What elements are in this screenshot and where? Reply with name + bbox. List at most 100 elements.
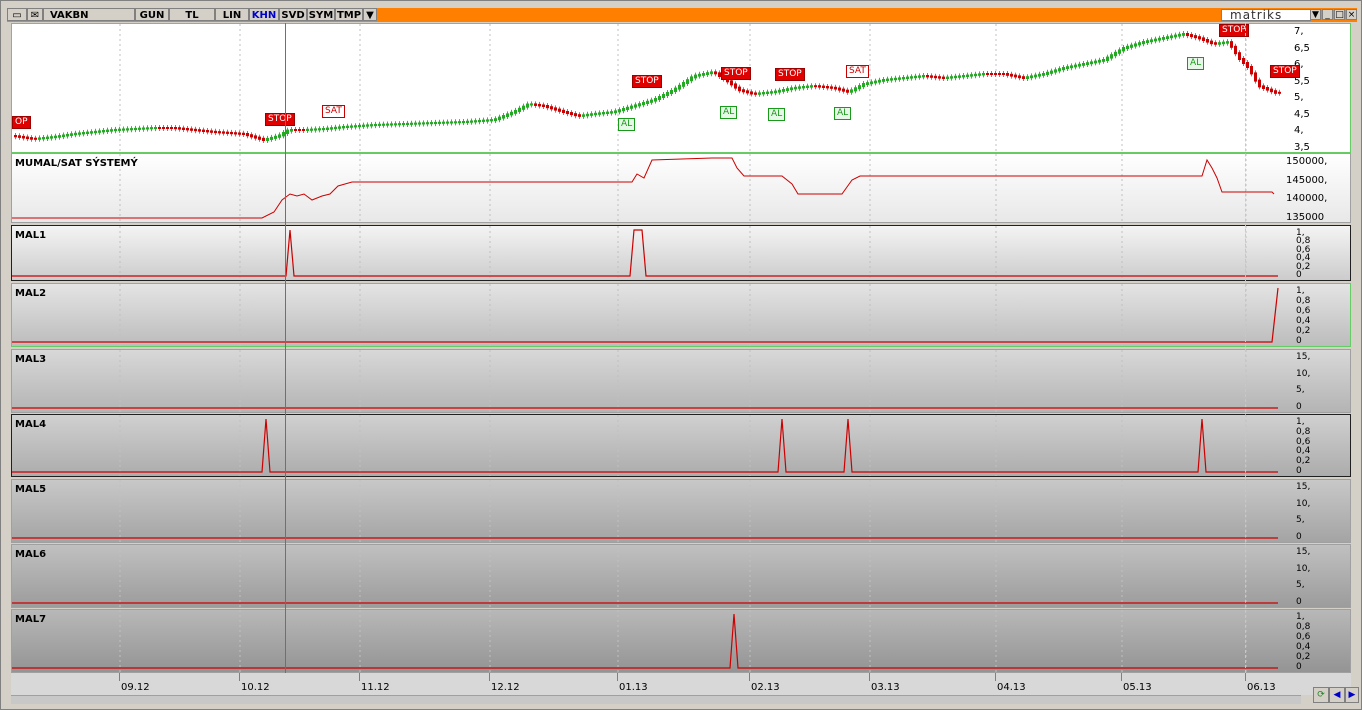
stop-signal-label[interactable]: STOP: [721, 67, 751, 80]
buy-signal-label[interactable]: AL: [618, 118, 636, 131]
candle-body: [814, 85, 817, 88]
stop-signal-label[interactable]: STOP: [775, 68, 805, 81]
buy-signal-label[interactable]: AL: [1187, 57, 1205, 70]
candle-body: [330, 127, 333, 130]
indicator-chart: [12, 545, 1278, 607]
price-panel[interactable]: 7,6,56,5,55,4,54,3,5 OPSTOPSATSTOPSTOPST…: [11, 23, 1351, 153]
system-panel[interactable]: MUMAL/SAT SÝSTEMÝ 150000, 145000, 140000, 1…: [11, 153, 1351, 223]
indicator-panel-mal3[interactable]: MAL3 15, 10, 5, 0: [11, 349, 1351, 413]
sell-signal-label[interactable]: SAT: [322, 105, 345, 118]
candle-body: [1102, 59, 1105, 62]
scroll-right-icon[interactable]: ▶: [1345, 687, 1359, 703]
svd-button[interactable]: SVD: [279, 8, 307, 21]
scale-lin-button[interactable]: LIN: [215, 8, 249, 21]
candle-body: [1230, 41, 1233, 48]
candle-body: [546, 105, 549, 109]
stop-signal-label[interactable]: STOP: [265, 113, 295, 126]
candle-body: [414, 122, 417, 125]
dropdown-arrow-icon[interactable]: ▼: [363, 8, 377, 21]
candle-body: [1270, 88, 1273, 93]
indicator-panel-mal2[interactable]: MAL2 1, 0,8 0,6 0,4 0,2 0: [11, 283, 1351, 347]
buy-signal-label[interactable]: AL: [720, 106, 738, 119]
candle-body: [454, 121, 457, 124]
candle-body: [1006, 73, 1009, 76]
candle-body: [154, 127, 157, 130]
candle-body: [778, 89, 781, 93]
y-tick-label: 7,: [1294, 26, 1304, 37]
candle-body: [182, 127, 185, 130]
buy-signal-label[interactable]: AL: [834, 107, 852, 120]
y-tick-label: 145000,: [1286, 174, 1328, 186]
candle-body: [534, 103, 537, 106]
indicator-panel-mal4[interactable]: MAL4 1, 0,8 0,6 0,4 0,2 0: [11, 414, 1351, 477]
horizontal-scrollbar[interactable]: [11, 695, 1301, 704]
indicator-panel-mal6[interactable]: MAL6 15, 10, 5, 0: [11, 544, 1351, 608]
candle-body: [50, 136, 53, 139]
window-menu-icon[interactable]: ▭: [7, 8, 27, 21]
buy-signal-label[interactable]: AL: [768, 108, 786, 121]
indicator-chart: [12, 226, 1278, 280]
period-gun-button[interactable]: GUN: [135, 8, 169, 21]
time-axis-label: 02.13: [751, 682, 780, 693]
candle-body: [98, 130, 101, 133]
candle-body: [138, 127, 141, 130]
refresh-icon[interactable]: ⟳: [1313, 687, 1329, 703]
candle-body: [962, 75, 965, 78]
candle-body: [1198, 36, 1201, 40]
time-axis-label: 12.12: [491, 682, 520, 693]
candle-body: [1214, 42, 1217, 45]
close-icon[interactable]: ×: [1346, 9, 1357, 20]
symbol-field[interactable]: VAKBN: [43, 8, 135, 21]
y-tick-label: 0: [1296, 270, 1302, 280]
stop-signal-label[interactable]: STOP: [632, 75, 662, 88]
y-tick-label: 10,: [1296, 563, 1311, 574]
candle-body: [886, 78, 889, 81]
candle-body: [1090, 61, 1093, 65]
candle-body: [518, 107, 521, 112]
sym-button[interactable]: SYM: [307, 8, 335, 21]
y-tick-label: 0,6: [1296, 632, 1311, 642]
minimize-icon[interactable]: _: [1322, 9, 1333, 20]
tmp-button[interactable]: TMP: [335, 8, 363, 21]
candle-body: [690, 76, 693, 82]
candle-body: [74, 132, 77, 136]
stop-signal-label[interactable]: OP: [12, 116, 31, 129]
candle-body: [270, 136, 273, 140]
candle-body: [998, 73, 1001, 75]
candle-body: [686, 79, 689, 84]
candle-body: [158, 127, 161, 129]
candle-body: [850, 89, 853, 93]
candle-body: [862, 83, 865, 88]
y-tick-label: 150000,: [1286, 156, 1328, 167]
candle-body: [1226, 41, 1229, 44]
time-axis-label: 04.13: [997, 682, 1026, 693]
restore-icon[interactable]: □: [1334, 9, 1345, 20]
candle-body: [1234, 45, 1237, 55]
scroll-left-icon[interactable]: ◀: [1329, 687, 1345, 703]
indicator-panel-mal5[interactable]: MAL5 15, 10, 5, 0: [11, 479, 1351, 543]
candle-body: [650, 99, 653, 103]
crosshair-cursor-line[interactable]: [285, 23, 286, 673]
stop-signal-label[interactable]: STOP: [1270, 65, 1300, 78]
candle-body: [502, 115, 505, 119]
chart-type-icon[interactable]: ✉: [27, 8, 43, 21]
candle-body: [666, 92, 669, 96]
indicator-panel-mal7[interactable]: MAL7 1, 0,8 0,6 0,4 0,2 0: [11, 609, 1351, 673]
currency-tl-button[interactable]: TL: [169, 8, 215, 21]
indicator-title: MAL4: [15, 419, 47, 430]
candle-body: [202, 129, 205, 132]
y-tick-label: 0: [1296, 662, 1302, 672]
candle-body: [706, 72, 709, 75]
sell-signal-label[interactable]: SAT: [846, 65, 869, 78]
candle-body: [218, 131, 221, 134]
candle-body: [54, 135, 57, 139]
candle-body: [1166, 36, 1169, 39]
candle-body: [214, 130, 217, 134]
indicator-panel-mal1[interactable]: MAL1 1, 0,8 0,6 0,4 0,2 0: [11, 225, 1351, 281]
candle-body: [978, 73, 981, 76]
candle-body: [634, 104, 637, 108]
system-line-chart: [12, 154, 1275, 222]
menu-dropdown-icon[interactable]: ▼: [1310, 9, 1321, 20]
candle-body: [386, 123, 389, 126]
khn-button[interactable]: KHN: [249, 8, 279, 21]
